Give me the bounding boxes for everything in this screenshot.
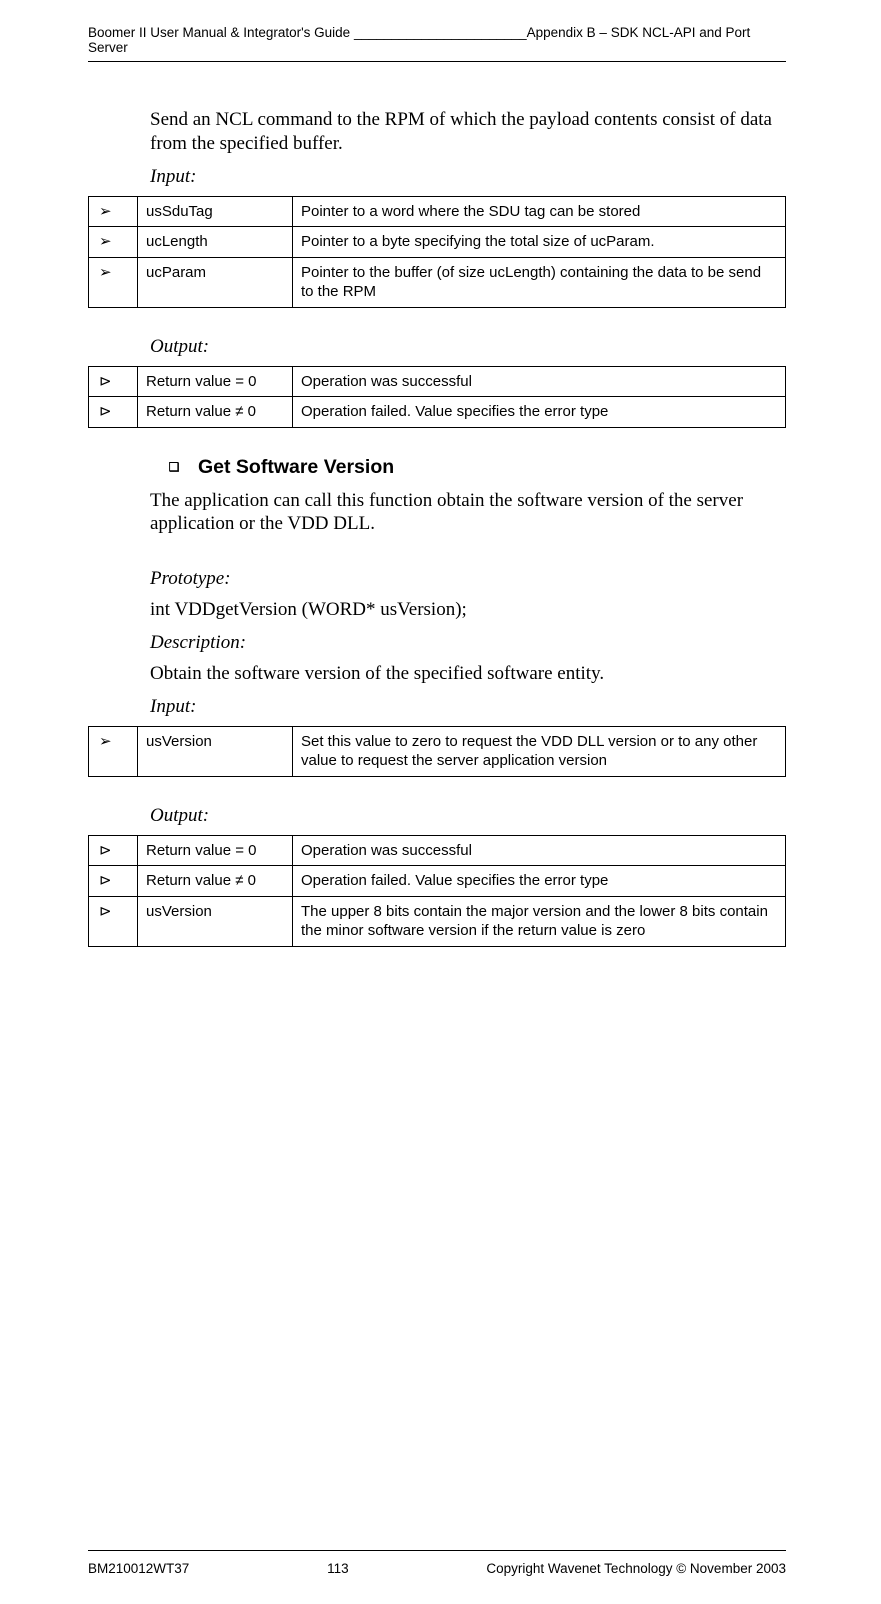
param-name: ucParam (138, 257, 293, 307)
header-left: Boomer II User Manual & Integrator's Gui… (88, 25, 786, 55)
arrow-icon: ➢ (89, 227, 138, 258)
table-row: ⊳ Return value ≠ 0 Operation failed. Val… (89, 866, 786, 897)
param-desc: Pointer to the buffer (of size ucLength)… (293, 257, 786, 307)
input-label-2: Input: (150, 696, 786, 718)
footer-right: Copyright Wavenet Technology © November … (486, 1561, 786, 1576)
param-name: Return value = 0 (138, 835, 293, 866)
footer-center: 113 (327, 1561, 349, 1576)
table-row: ⊳ usVersion The upper 8 bits contain the… (89, 896, 786, 946)
page-footer: BM210012WT37 113 Copyright Wavenet Techn… (88, 1550, 786, 1576)
param-desc: Operation failed. Value specifies the er… (293, 397, 786, 428)
description-text: Obtain the software version of the speci… (150, 662, 786, 686)
input-label: Input: (150, 166, 786, 188)
output-label-2: Output: (150, 805, 786, 827)
param-name: usVersion (138, 726, 293, 776)
param-desc: Operation was successful (293, 366, 786, 397)
table-row: ➢ usSduTag Pointer to a word where the S… (89, 196, 786, 227)
param-name: Return value ≠ 0 (138, 866, 293, 897)
arrow-icon: ⊳ (89, 896, 138, 946)
param-desc: Operation was successful (293, 835, 786, 866)
output-label: Output: (150, 336, 786, 358)
arrow-icon: ➢ (89, 726, 138, 776)
param-desc: The upper 8 bits contain the major versi… (293, 896, 786, 946)
arrow-icon: ⊳ (89, 366, 138, 397)
bullet-icon: ❑ (150, 460, 198, 474)
arrow-icon: ⊳ (89, 835, 138, 866)
output-table-2: ⊳ Return value = 0 Operation was success… (88, 835, 786, 947)
output-table-1: ⊳ Return value = 0 Operation was success… (88, 366, 786, 428)
input-table-2: ➢ usVersion Set this value to zero to re… (88, 726, 786, 777)
table-row: ⊳ Return value = 0 Operation was success… (89, 366, 786, 397)
prototype-label: Prototype: (150, 568, 786, 590)
section-title: Get Software Version (198, 456, 394, 478)
section-paragraph: The application can call this function o… (150, 489, 786, 537)
arrow-icon: ⊳ (89, 397, 138, 428)
param-desc: Pointer to a word where the SDU tag can … (293, 196, 786, 227)
table-row: ➢ ucParam Pointer to the buffer (of size… (89, 257, 786, 307)
intro-paragraph: Send an NCL command to the RPM of which … (150, 108, 786, 156)
table-row: ➢ ucLength Pointer to a byte specifying … (89, 227, 786, 258)
arrow-icon: ➢ (89, 196, 138, 227)
param-name: Return value = 0 (138, 366, 293, 397)
param-name: Return value ≠ 0 (138, 397, 293, 428)
table-row: ⊳ Return value = 0 Operation was success… (89, 835, 786, 866)
param-desc: Set this value to zero to request the VD… (293, 726, 786, 776)
page-header: Boomer II User Manual & Integrator's Gui… (88, 25, 786, 55)
footer-rule (88, 1550, 786, 1551)
param-name: ucLength (138, 227, 293, 258)
arrow-icon: ⊳ (89, 866, 138, 897)
table-row: ➢ usVersion Set this value to zero to re… (89, 726, 786, 776)
input-table-1: ➢ usSduTag Pointer to a word where the S… (88, 196, 786, 308)
param-name: usSduTag (138, 196, 293, 227)
description-label: Description: (150, 632, 786, 654)
footer-left: BM210012WT37 (88, 1561, 189, 1576)
param-desc: Operation failed. Value specifies the er… (293, 866, 786, 897)
header-rule (88, 61, 786, 62)
arrow-icon: ➢ (89, 257, 138, 307)
param-desc: Pointer to a byte specifying the total s… (293, 227, 786, 258)
table-row: ⊳ Return value ≠ 0 Operation failed. Val… (89, 397, 786, 428)
prototype-text: int VDDgetVersion (WORD* usVersion); (150, 598, 786, 622)
param-name: usVersion (138, 896, 293, 946)
section-heading: ❑Get Software Version (150, 456, 786, 479)
